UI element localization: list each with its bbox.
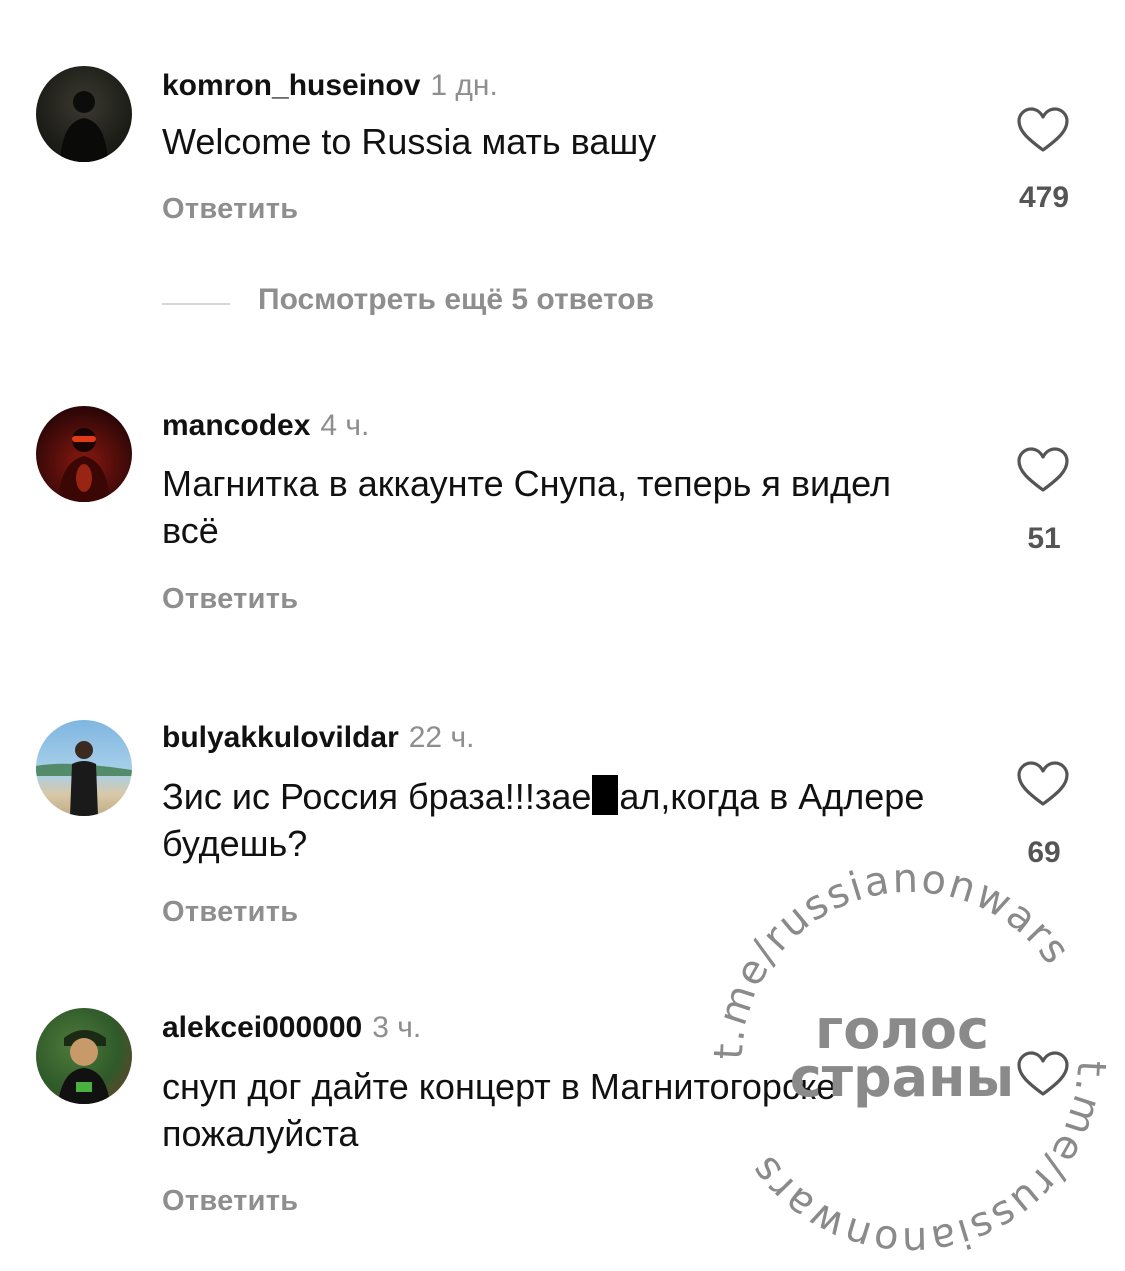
comment-meta: mancodex 4 ч. [162, 408, 369, 444]
comment-meta: bulyakkulovildar 22 ч. [162, 720, 474, 756]
username[interactable]: mancodex [162, 409, 310, 442]
avatar-person-icon [36, 741, 132, 816]
comment-meta: komron_huseinov 1 дн. [162, 68, 498, 104]
comment-text: Welcome to Russia мать вашу [162, 121, 657, 162]
timestamp: 3 ч. [372, 1011, 422, 1044]
avatar[interactable] [36, 720, 132, 816]
heart-icon[interactable] [1016, 106, 1070, 154]
username[interactable]: komron_huseinov [162, 69, 420, 102]
avatar[interactable] [36, 66, 132, 162]
timestamp: 1 дн. [430, 69, 498, 102]
view-more-label[interactable]: Посмотреть ещё 5 ответов [258, 283, 654, 317]
comment-text: снуп дог дайте концерт в Магнитогорске п… [162, 1066, 837, 1154]
heart-icon[interactable] [1016, 1050, 1070, 1098]
like-count: 69 [1027, 836, 1061, 869]
reply-button[interactable]: Ответить [162, 896, 298, 929]
like-count: 51 [1027, 522, 1061, 555]
reply-button[interactable]: Ответить [162, 193, 298, 226]
reply-button[interactable]: Ответить [162, 583, 298, 616]
username[interactable]: alekcei000000 [162, 1011, 362, 1044]
comment-meta: alekcei000000 3 ч. [162, 1010, 421, 1046]
timestamp: 4 ч. [320, 409, 370, 442]
avatar-person-icon [58, 428, 110, 502]
comment-text-part: Зис ис Россия браза!!!зае [162, 776, 592, 817]
like-count: 479 [1018, 181, 1070, 214]
avatar-person-icon [60, 91, 108, 162]
watermark-title-line1: голос [815, 998, 989, 1061]
avatar[interactable] [36, 1008, 132, 1104]
divider [162, 303, 230, 305]
redaction-block [592, 775, 619, 815]
heart-icon[interactable] [1016, 446, 1070, 494]
watermark-ring-text: t.me/russianonwars [706, 860, 1078, 1061]
timestamp: 22 ч. [408, 721, 475, 754]
comment-text: Зис ис Россия браза!!!зае ал,когда в Адле… [162, 773, 942, 867]
avatar-person-icon [58, 1030, 110, 1104]
avatar[interactable] [36, 406, 132, 502]
comment-text: Магнитка в аккаунте Снупа, теперь я виде… [162, 463, 891, 551]
reply-button[interactable]: Ответить [162, 1185, 298, 1218]
svg-text:t.me/russianonwars: t.me/russianonwars [706, 860, 1080, 1061]
username[interactable]: bulyakkulovildar [162, 721, 399, 754]
heart-icon[interactable] [1016, 760, 1070, 808]
